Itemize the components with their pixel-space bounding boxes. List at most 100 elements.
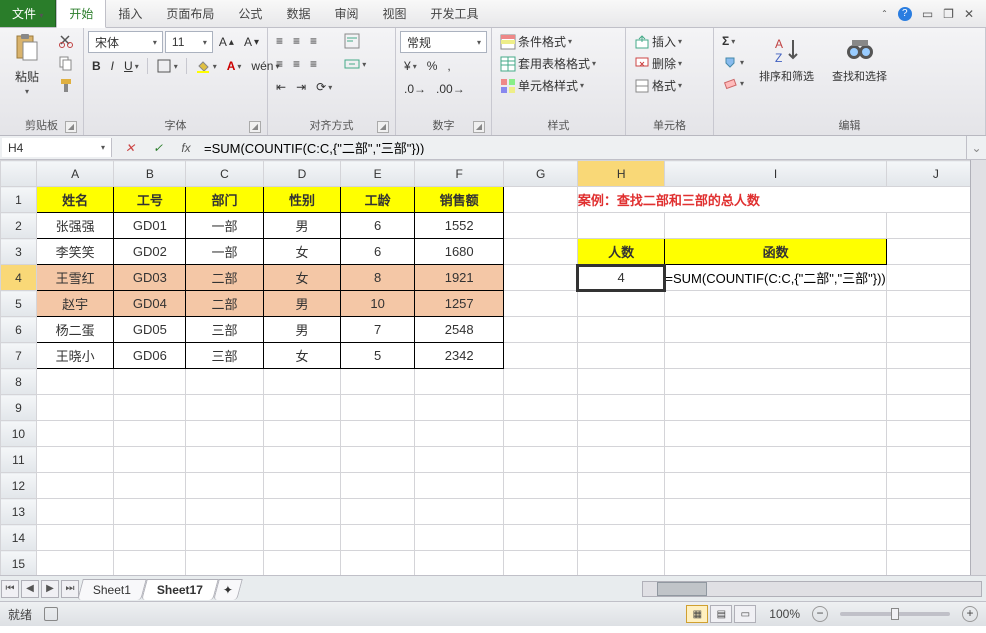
align-dialog-icon[interactable]: ◢: [377, 121, 389, 133]
table-format-button[interactable]: 套用表格格式▾: [496, 53, 621, 74]
cell[interactable]: [577, 343, 664, 369]
cell[interactable]: [504, 317, 577, 343]
indent-inc-button[interactable]: ⇥: [292, 77, 310, 97]
col-header-H[interactable]: H: [577, 161, 664, 187]
zoom-out-button[interactable]: −: [812, 606, 828, 622]
tab-nav-next[interactable]: ▶: [41, 580, 59, 598]
cell[interactable]: 二部: [186, 265, 264, 291]
row-header[interactable]: 14: [1, 525, 37, 551]
cell[interactable]: GD01: [114, 213, 186, 239]
fx-icon[interactable]: fx: [176, 141, 196, 155]
cell[interactable]: 女: [263, 265, 341, 291]
cell[interactable]: [504, 239, 577, 265]
window-minimize-icon[interactable]: ▭: [922, 7, 933, 21]
cell[interactable]: 工号: [114, 187, 186, 213]
cell[interactable]: GD06: [114, 343, 186, 369]
cell[interactable]: 1552: [414, 213, 504, 239]
sheet-tab-0[interactable]: Sheet1: [77, 579, 147, 600]
cell[interactable]: GD02: [114, 239, 186, 265]
tab-data[interactable]: 数据: [274, 0, 322, 27]
row-header[interactable]: 12: [1, 473, 37, 499]
cell[interactable]: 10: [341, 291, 415, 317]
tab-dev[interactable]: 开发工具: [418, 0, 490, 27]
view-page-break-button[interactable]: ▭: [734, 605, 756, 623]
conditional-format-button[interactable]: 条件格式▾: [496, 31, 621, 52]
vertical-scrollbar[interactable]: [970, 160, 986, 575]
cell[interactable]: 男: [263, 291, 341, 317]
cell[interactable]: 二部: [186, 291, 264, 317]
number-format-combo[interactable]: 常规▾: [400, 31, 487, 53]
find-select-button[interactable]: 查找和选择: [825, 31, 894, 87]
cell[interactable]: [504, 265, 577, 291]
format-painter-button[interactable]: [54, 75, 78, 95]
cell[interactable]: 2342: [414, 343, 504, 369]
cell[interactable]: 女: [263, 343, 341, 369]
col-header-F[interactable]: F: [414, 161, 504, 187]
tab-nav-first[interactable]: ⏮: [1, 580, 19, 598]
insert-cells-button[interactable]: 插入▾: [630, 31, 686, 52]
cell[interactable]: 女: [263, 239, 341, 265]
shrink-font-button[interactable]: A▾: [240, 31, 263, 53]
minimize-ribbon-icon[interactable]: ⌃: [881, 9, 888, 18]
align-left-button[interactable]: ≡: [272, 54, 287, 74]
formula-input[interactable]: [204, 140, 960, 155]
delete-cells-button[interactable]: 删除▾: [630, 53, 686, 74]
cell[interactable]: [665, 343, 886, 369]
cell[interactable]: [504, 343, 577, 369]
cut-button[interactable]: [54, 31, 78, 51]
cell[interactable]: GD04: [114, 291, 186, 317]
name-box[interactable]: H4▾: [2, 138, 112, 157]
row-header[interactable]: 9: [1, 395, 37, 421]
row-header-5[interactable]: 5: [1, 291, 37, 317]
autosum-button[interactable]: Σ▾: [718, 31, 748, 51]
row-header-7[interactable]: 7: [1, 343, 37, 369]
tab-home[interactable]: 开始: [56, 0, 106, 28]
cell[interactable]: 王雪红: [36, 265, 114, 291]
cell[interactable]: 男: [263, 317, 341, 343]
clipboard-dialog-icon[interactable]: ◢: [65, 121, 77, 133]
cell[interactable]: 销售额: [414, 187, 504, 213]
zoom-percent[interactable]: 100%: [769, 607, 800, 621]
font-name-combo[interactable]: 宋体▾: [88, 31, 163, 53]
font-size-combo[interactable]: 11▾: [165, 31, 213, 53]
cell[interactable]: [504, 213, 577, 239]
select-all-corner[interactable]: [1, 161, 37, 187]
case-label[interactable]: 案例：查找二部和三部的总人数: [577, 187, 985, 213]
align-center-button[interactable]: ≡: [289, 54, 304, 74]
cell[interactable]: 1921: [414, 265, 504, 291]
cell[interactable]: GD05: [114, 317, 186, 343]
sort-filter-button[interactable]: AZ 排序和筛选: [752, 31, 821, 87]
row-header-1[interactable]: 1: [1, 187, 37, 213]
cell[interactable]: [577, 213, 664, 239]
cell[interactable]: 赵宇: [36, 291, 114, 317]
new-sheet-button[interactable]: ✦: [213, 579, 243, 600]
cell[interactable]: 姓名: [36, 187, 114, 213]
comma-button[interactable]: ,: [443, 56, 454, 76]
cell[interactable]: 1680: [414, 239, 504, 265]
sheet-tab-1[interactable]: Sheet17: [141, 579, 219, 600]
cell[interactable]: [665, 291, 886, 317]
col-header-A[interactable]: A: [36, 161, 114, 187]
zoom-in-button[interactable]: +: [962, 606, 978, 622]
tab-insert[interactable]: 插入: [106, 0, 154, 27]
cell[interactable]: [577, 317, 664, 343]
grow-font-button[interactable]: A▴: [215, 31, 238, 53]
dec-decimal-button[interactable]: .00→: [432, 79, 469, 99]
paste-button[interactable]: 粘贴 ▾: [4, 31, 50, 99]
window-restore-icon[interactable]: ❐: [943, 7, 954, 21]
col-header-E[interactable]: E: [341, 161, 415, 187]
row-header[interactable]: 15: [1, 551, 37, 577]
view-page-layout-button[interactable]: ▤: [710, 605, 732, 623]
percent-button[interactable]: %: [423, 56, 442, 76]
wrap-text-button[interactable]: [340, 31, 370, 51]
cell[interactable]: 8: [341, 265, 415, 291]
cell[interactable]: 男: [263, 213, 341, 239]
col-header-C[interactable]: C: [186, 161, 264, 187]
fill-button[interactable]: ▾: [718, 52, 748, 72]
cell-styles-button[interactable]: 单元格样式▾: [496, 75, 621, 96]
cell[interactable]: 6: [341, 213, 415, 239]
cell[interactable]: 一部: [186, 213, 264, 239]
cell[interactable]: 三部: [186, 343, 264, 369]
row-header[interactable]: 8: [1, 369, 37, 395]
tab-file[interactable]: 文件 ▾: [0, 0, 56, 27]
